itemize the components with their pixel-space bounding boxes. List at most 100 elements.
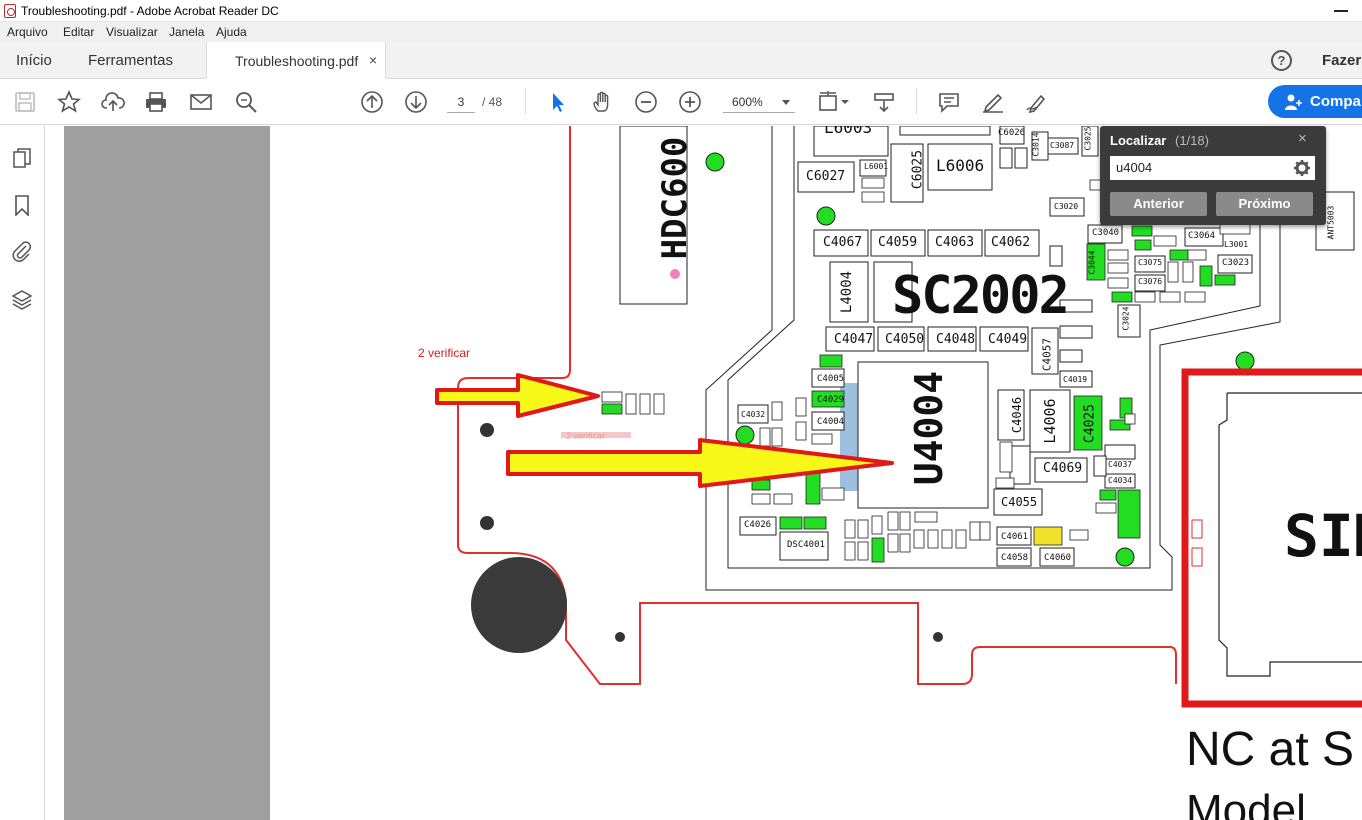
label-c6025: C6025 bbox=[910, 149, 926, 190]
label-c4060: C4060 bbox=[1044, 553, 1072, 563]
label-c4034: C4034 bbox=[1108, 476, 1133, 485]
label-c3023: C3023 bbox=[1222, 258, 1250, 268]
label-sim: SIM bbox=[1284, 502, 1362, 570]
fit-page-icon[interactable] bbox=[816, 90, 852, 114]
label-l4006: L4006 bbox=[1041, 398, 1059, 444]
pages-icon[interactable] bbox=[11, 148, 33, 170]
label-c3024: C3024 bbox=[1121, 306, 1131, 331]
label-nc-at: NC at S bbox=[1186, 723, 1355, 776]
find-next-button[interactable]: Próximo bbox=[1216, 192, 1313, 216]
label-c4069: C4069 bbox=[1043, 461, 1083, 476]
label-c4046: C4046 bbox=[1010, 396, 1024, 434]
menu-janela[interactable]: Janela bbox=[169, 25, 204, 39]
bookmark-icon[interactable] bbox=[11, 194, 33, 217]
label-c4057: C4057 bbox=[1040, 337, 1054, 372]
find-panel: Localizar (1/18) × u4004 Anterior Próxim… bbox=[1100, 126, 1326, 225]
page-up-icon[interactable] bbox=[360, 90, 384, 114]
label-c4019: C4019 bbox=[1063, 375, 1088, 384]
attachment-icon[interactable] bbox=[11, 240, 33, 262]
find-input[interactable]: u4004 bbox=[1110, 156, 1315, 180]
zoom-value: 600% bbox=[732, 95, 763, 109]
toolbar: 3 / 48 600% Compa bbox=[0, 79, 1362, 125]
zoom-out-icon[interactable] bbox=[634, 90, 658, 114]
label-l6001: L6001 bbox=[864, 162, 889, 171]
label-c3064: C3064 bbox=[1188, 231, 1216, 241]
toolbar-divider bbox=[916, 88, 917, 114]
label-l3001: L3001 bbox=[1224, 240, 1249, 249]
layers-icon[interactable] bbox=[11, 288, 33, 310]
sign-in-button[interactable]: Fazer bbox=[1322, 52, 1361, 69]
label-ant5003: ANT5003 bbox=[1326, 205, 1336, 240]
share-button-label: Compa bbox=[1310, 93, 1361, 110]
label-c3075: C3075 bbox=[1138, 258, 1163, 267]
zoom-in-icon[interactable] bbox=[678, 90, 702, 114]
close-tab-icon[interactable]: × bbox=[369, 52, 377, 68]
label-c4049: C4049 bbox=[988, 332, 1028, 347]
select-arrow-icon[interactable] bbox=[546, 90, 570, 114]
label-model: Model bbox=[1186, 786, 1306, 820]
label-c4055: C4055 bbox=[1001, 495, 1038, 509]
save-icon[interactable] bbox=[13, 90, 37, 114]
email-icon[interactable] bbox=[189, 90, 213, 114]
upload-icon[interactable] bbox=[101, 90, 125, 114]
label-c4050: C4050 bbox=[885, 332, 925, 347]
star-icon[interactable] bbox=[56, 89, 82, 114]
label-c3014: C3014 bbox=[1031, 132, 1041, 157]
label-c4059: C4059 bbox=[878, 235, 918, 250]
menu-editar[interactable]: Editar bbox=[63, 25, 94, 39]
label-c6027: C6027 bbox=[806, 169, 846, 184]
zoom-select[interactable]: 600% bbox=[723, 91, 795, 113]
label-l6006: L6006 bbox=[936, 156, 985, 175]
menu-bar: Arquivo Editar Visualizar Janela Ajuda bbox=[0, 22, 1362, 42]
page-total: / 48 bbox=[482, 95, 503, 109]
hand-icon[interactable] bbox=[590, 90, 614, 114]
add-user-icon bbox=[1285, 94, 1302, 110]
comment-icon[interactable] bbox=[937, 90, 961, 114]
label-c3076: C3076 bbox=[1138, 277, 1163, 286]
sign-icon[interactable] bbox=[1025, 90, 1049, 114]
tab-document[interactable]: Troubleshooting.pdf × bbox=[206, 42, 386, 80]
share-button[interactable]: Compa bbox=[1268, 85, 1362, 118]
label-c4029: C4029 bbox=[817, 395, 845, 405]
label-c4005: C4005 bbox=[817, 374, 845, 384]
label-c4004: C4004 bbox=[817, 417, 845, 427]
label-c3020: C3020 bbox=[1054, 202, 1079, 211]
annotation-faded: 2 verificar bbox=[566, 431, 606, 441]
scroll-mode-icon[interactable] bbox=[872, 90, 896, 114]
page-number-input[interactable]: 3 bbox=[447, 91, 475, 113]
find-query: u4004 bbox=[1116, 160, 1153, 175]
label-hdc600: HDC600 bbox=[655, 136, 695, 260]
document-view[interactable]: 2 verificar HDC600 SC2002 U4004 SIM NC a… bbox=[46, 126, 1362, 820]
label-c3040: C3040 bbox=[1092, 228, 1120, 238]
minimize-icon[interactable] bbox=[1334, 10, 1348, 12]
label-c4032: C4032 bbox=[741, 410, 766, 419]
label-sc2002: SC2002 bbox=[892, 266, 1070, 326]
acrobat-app-icon bbox=[4, 4, 16, 18]
label-c3087: C3087 bbox=[1050, 141, 1075, 150]
help-icon[interactable]: ? bbox=[1271, 50, 1292, 71]
label-c4048: C4048 bbox=[936, 332, 976, 347]
page-down-icon[interactable] bbox=[404, 90, 428, 114]
close-find-icon[interactable]: × bbox=[1298, 130, 1307, 147]
menu-visualizar[interactable]: Visualizar bbox=[106, 25, 158, 39]
label-c4062: C4062 bbox=[991, 235, 1031, 250]
tab-tools[interactable]: Ferramentas bbox=[88, 52, 173, 69]
schematic-page bbox=[435, 126, 1362, 708]
label-dsc4001: DSC4001 bbox=[787, 540, 825, 550]
tab-document-label: Troubleshooting.pdf bbox=[235, 53, 359, 69]
label-l6003: L6003 bbox=[824, 126, 873, 137]
toolbar-divider bbox=[525, 88, 526, 114]
label-c4026: C4026 bbox=[744, 520, 772, 530]
find-count: (1/18) bbox=[1175, 133, 1209, 148]
tab-bar: Início Ferramentas Troubleshooting.pdf ×… bbox=[0, 42, 1362, 80]
search-icon[interactable] bbox=[234, 90, 258, 114]
print-icon[interactable] bbox=[144, 90, 168, 114]
title-bar: Troubleshooting.pdf - Adobe Acrobat Read… bbox=[0, 0, 1362, 22]
tab-home[interactable]: Início bbox=[16, 52, 52, 69]
highlight-icon[interactable] bbox=[981, 90, 1005, 114]
label-c4025: C4025 bbox=[1082, 403, 1098, 444]
menu-arquivo[interactable]: Arquivo bbox=[7, 25, 48, 39]
menu-ajuda[interactable]: Ajuda bbox=[216, 25, 247, 39]
gear-icon[interactable] bbox=[1293, 159, 1311, 177]
find-previous-button[interactable]: Anterior bbox=[1110, 192, 1207, 216]
